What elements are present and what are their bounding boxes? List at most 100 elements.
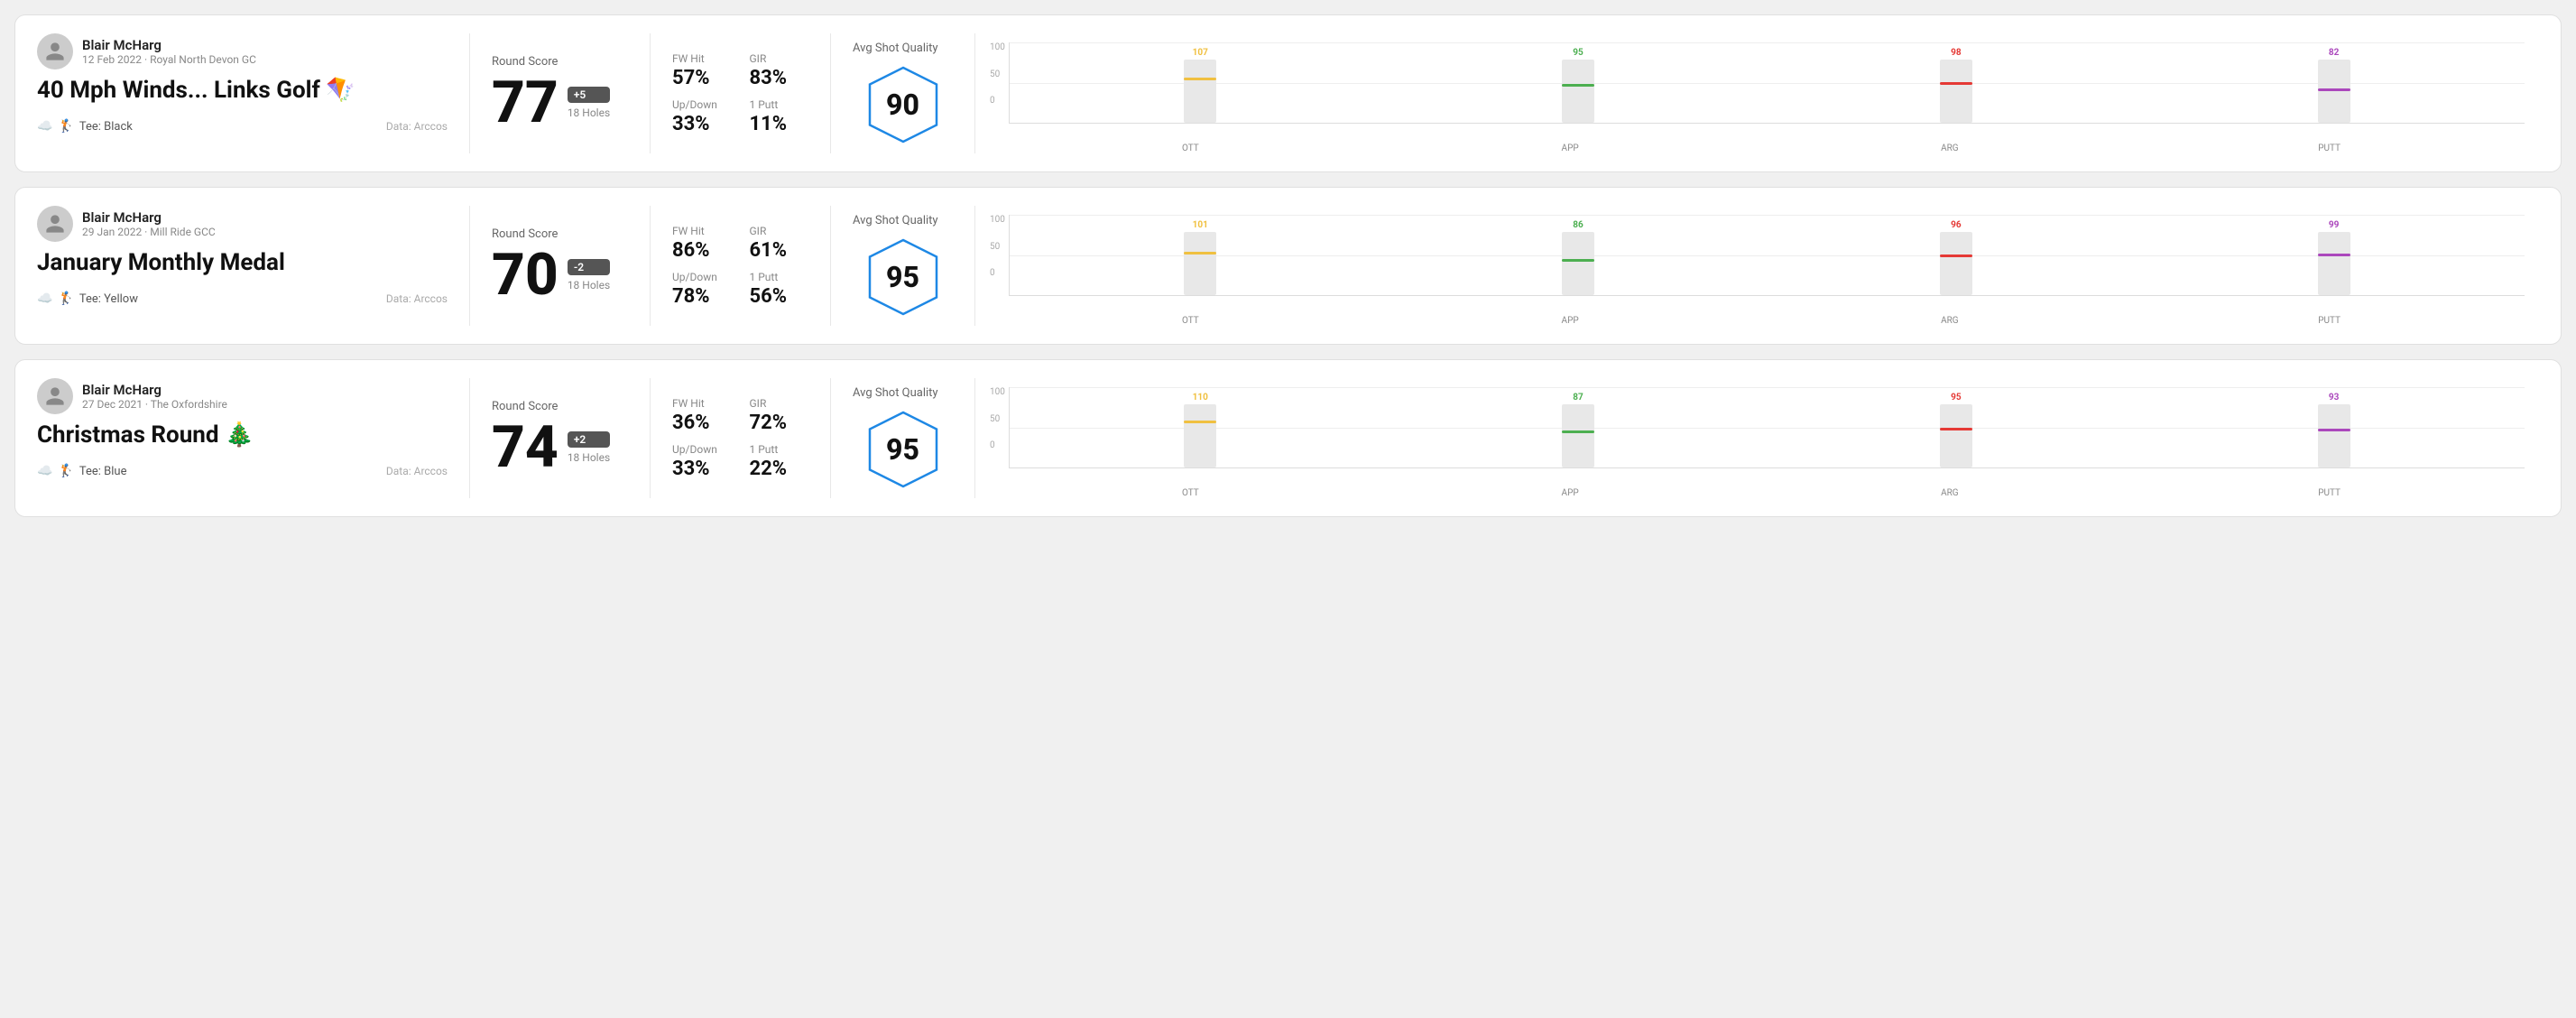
hexagon-container: 95 [863, 236, 944, 318]
tee-info: ☁️ 🏌 Tee: Blue [37, 464, 126, 478]
y-100: 100 [990, 42, 1005, 52]
one-putt-stat: 1 Putt 22% [750, 443, 809, 480]
bar-val-app: 86 [1573, 220, 1583, 230]
bar-line-arg [1940, 428, 1972, 430]
bar-bg-ott [1184, 404, 1216, 467]
y-100: 100 [990, 387, 1005, 397]
up-down-stat: Up/Down 78% [672, 271, 732, 308]
score-details: -2 18 Holes [568, 259, 610, 292]
bar-bg-arg [1940, 232, 1972, 295]
stats-section: FW Hit 36% GIR 72% Up/Down 33% 1 Putt 22… [651, 378, 831, 498]
chart-label-putt: PUTT [2147, 488, 2512, 498]
gir-value: 61% [750, 239, 809, 262]
bag-icon: 🏌 [58, 292, 73, 306]
chart-label-arg: ARG [1768, 143, 2133, 153]
bar-val-app: 87 [1573, 393, 1583, 403]
user-name: Blair McHarg [82, 382, 227, 398]
data-source: Data: Arccos [386, 292, 448, 305]
up-down-value: 33% [672, 113, 732, 135]
chart-section: 100 50 0 107 [975, 33, 2539, 153]
chart-label-arg: ARG [1768, 488, 2133, 498]
one-putt-stat: 1 Putt 11% [750, 98, 809, 135]
bar-val-arg: 95 [1951, 393, 1961, 403]
bar-line-ott [1184, 78, 1216, 80]
user-meta: 27 Dec 2021 · The Oxfordshire [82, 398, 227, 411]
tee-label: Tee: Yellow [79, 292, 138, 306]
bag-icon: 🏌 [58, 119, 73, 134]
y-50: 50 [990, 69, 1005, 79]
weather-icon: ☁️ [37, 119, 52, 134]
holes-text: 18 Holes [568, 279, 610, 292]
stats-grid: FW Hit 86% GIR 61% Up/Down 78% 1 Putt 56… [672, 225, 808, 308]
user-info: Blair McHarg 29 Jan 2022 · Mill Ride GCC [82, 209, 216, 238]
score-row: 70 -2 18 Holes [492, 246, 628, 304]
up-down-value: 78% [672, 285, 732, 308]
round-info: Blair McHarg 12 Feb 2022 · Royal North D… [37, 33, 470, 153]
avatar [37, 33, 73, 69]
score-modifier: +5 [568, 87, 610, 103]
y-0: 0 [990, 96, 1005, 106]
person-icon [44, 385, 66, 407]
quality-score: 90 [886, 88, 919, 122]
bar-line-ott [1184, 252, 1216, 255]
y-0: 0 [990, 268, 1005, 278]
gir-stat: GIR 72% [750, 397, 809, 434]
round-title: Christmas Round 🎄 [37, 421, 448, 449]
gir-value: 83% [750, 67, 809, 89]
bar-val-ott: 110 [1193, 393, 1208, 403]
weather-icon: ☁️ [37, 464, 52, 478]
tee-info: ☁️ 🏌 Tee: Black [37, 119, 133, 134]
user-row: Blair McHarg 27 Dec 2021 · The Oxfordshi… [37, 378, 448, 414]
one-putt-value: 11% [750, 113, 809, 135]
shot-quality-section: Avg Shot Quality 95 [831, 206, 975, 326]
bar-line-app [1562, 430, 1594, 433]
avatar [37, 206, 73, 242]
avg-shot-quality-label: Avg Shot Quality [853, 42, 938, 55]
score-details: +5 18 Holes [568, 87, 610, 119]
bar-bg-app [1562, 404, 1594, 467]
score-row: 74 +2 18 Holes [492, 419, 628, 477]
fw-hit-stat: FW Hit 86% [672, 225, 732, 262]
up-down-label: Up/Down [672, 271, 732, 283]
quality-score: 95 [886, 260, 919, 294]
data-source: Data: Arccos [386, 120, 448, 133]
hexagon-container: 90 [863, 64, 944, 145]
bar-bg-arg [1940, 404, 1972, 467]
bar-line-arg [1940, 255, 1972, 257]
round-score-label: Round Score [492, 400, 628, 413]
bar-line-putt [2318, 88, 2350, 91]
bar-bg-putt [2318, 232, 2350, 295]
user-row: Blair McHarg 12 Feb 2022 · Royal North D… [37, 33, 448, 69]
weather-icon: ☁️ [37, 292, 52, 306]
up-down-stat: Up/Down 33% [672, 98, 732, 135]
fw-hit-value: 36% [672, 412, 732, 434]
one-putt-label: 1 Putt [750, 443, 809, 456]
gir-label: GIR [750, 397, 809, 410]
quality-score: 95 [886, 432, 919, 467]
bar-line-app [1562, 84, 1594, 87]
up-down-label: Up/Down [672, 443, 732, 456]
fw-hit-value: 86% [672, 239, 732, 262]
round-title: January Monthly Medal [37, 249, 448, 277]
y-50: 50 [990, 414, 1005, 424]
bottom-row: ☁️ 🏌 Tee: Black Data: Arccos [37, 119, 448, 134]
bar-line-putt [2318, 429, 2350, 431]
stats-section: FW Hit 57% GIR 83% Up/Down 33% 1 Putt 11… [651, 33, 831, 153]
bottom-row: ☁️ 🏌 Tee: Blue Data: Arccos [37, 464, 448, 478]
bar-val-arg: 96 [1951, 220, 1961, 230]
chart-label-ott: OTT [1008, 316, 1373, 326]
one-putt-value: 56% [750, 285, 809, 308]
stats-grid: FW Hit 36% GIR 72% Up/Down 33% 1 Putt 22… [672, 397, 808, 480]
chart-section: 100 50 0 101 [975, 206, 2539, 326]
bar-bg-arg [1940, 60, 1972, 123]
bar-val-putt: 93 [2329, 393, 2339, 403]
bar-bg-app [1562, 60, 1594, 123]
score-number: 70 [492, 246, 559, 304]
round-score-label: Round Score [492, 55, 628, 69]
chart-label-ott: OTT [1008, 143, 1373, 153]
chart-label-ott: OTT [1008, 488, 1373, 498]
round-title: 40 Mph Winds... Links Golf 🪁 [37, 77, 448, 105]
score-section: Round Score 77 +5 18 Holes [470, 33, 651, 153]
user-meta: 12 Feb 2022 · Royal North Devon GC [82, 53, 256, 66]
gir-value: 72% [750, 412, 809, 434]
